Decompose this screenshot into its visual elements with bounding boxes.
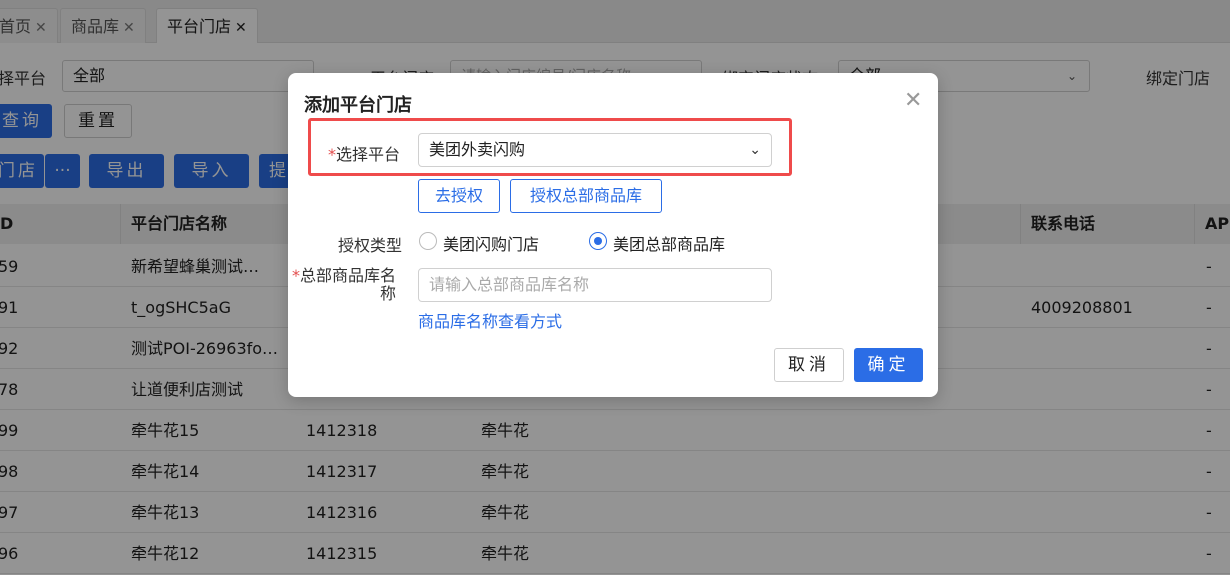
- radio-meituan-flash-store[interactable]: [419, 232, 437, 250]
- platform-label: *选择平台: [328, 141, 400, 165]
- hq-name-label-line1: 总部商品库名: [300, 266, 397, 285]
- confirm-button[interactable]: 确定: [854, 348, 923, 382]
- dialog-title: 添加平台门店: [304, 95, 412, 116]
- platform-select[interactable]: 美团外卖闪购 ⌄: [418, 133, 772, 167]
- hq-library-name-input[interactable]: 请输入总部商品库名称: [418, 268, 772, 302]
- auth-type-label: 授权类型: [338, 236, 403, 255]
- radio-meituan-hq-library[interactable]: [589, 232, 607, 250]
- required-mark: *: [292, 266, 300, 285]
- required-mark: *: [328, 145, 336, 164]
- platform-label-text: 选择平台: [336, 145, 401, 164]
- authorize-hq-library-button[interactable]: 授权总部商品库: [510, 179, 662, 213]
- close-icon[interactable]: ✕: [904, 90, 922, 112]
- authorize-button[interactable]: 去授权: [418, 179, 500, 213]
- hq-name-help-link[interactable]: 商品库名称查看方式: [418, 308, 562, 332]
- hq-name-label: *总部商品库名 称: [292, 267, 396, 303]
- cancel-button[interactable]: 取消: [774, 348, 844, 382]
- platform-select-value: 美团外卖闪购: [429, 140, 526, 159]
- chevron-down-icon: ⌄: [749, 142, 761, 158]
- radio-label: 美团闪购门店: [443, 235, 540, 254]
- hq-name-label-line2: 称: [380, 284, 397, 303]
- radio-label: 美团总部商品库: [613, 235, 726, 254]
- add-platform-store-dialog: 添加平台门店 ✕ *选择平台 美团外卖闪购 ⌄ 去授权 授权总部商品库 授权类型…: [288, 73, 938, 397]
